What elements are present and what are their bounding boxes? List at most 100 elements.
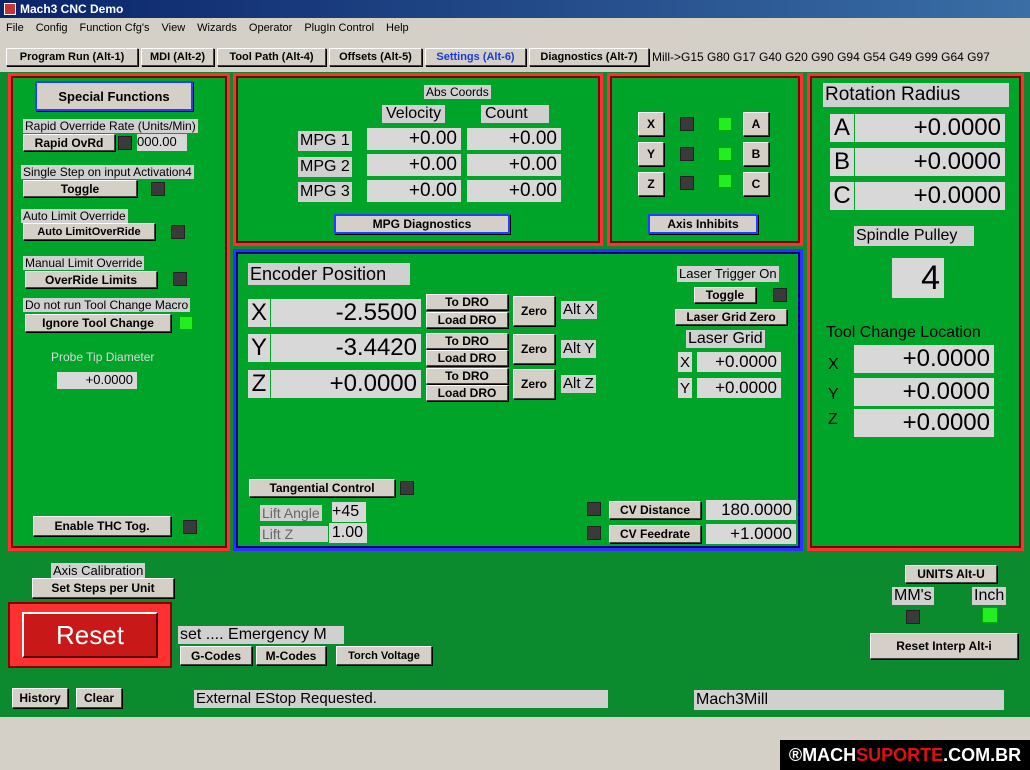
cv-feedrate-value[interactable]: +1.0000 [706, 524, 796, 544]
laser-grid-zero-button[interactable]: Laser Grid Zero [675, 309, 787, 325]
rotation-c-letter: C [830, 182, 854, 210]
clear-button[interactable]: Clear [76, 688, 122, 708]
tab-diagnostics[interactable]: Diagnostics (Alt-7) [529, 48, 649, 66]
auto-limit-override-button[interactable]: Auto LimitOverRide [23, 223, 155, 240]
rotation-a-value[interactable]: +0.0000 [855, 114, 1005, 142]
encoder-x-to-dro-button[interactable]: To DRO [426, 294, 508, 310]
encoder-z-zero-button[interactable]: Zero [513, 369, 555, 399]
tab-offsets[interactable]: Offsets (Alt-5) [329, 48, 422, 66]
rapid-override-value[interactable]: 000.00 [137, 134, 187, 151]
inhibit-b-button[interactable]: B [743, 142, 769, 166]
lift-z-value[interactable]: 1.00 [329, 523, 367, 543]
menu-bar: File Config Function Cfg's View Wizards … [0, 18, 1030, 38]
laser-y-value[interactable]: +0.0000 [697, 378, 781, 398]
encoder-y-zero-button[interactable]: Zero [513, 334, 555, 364]
cv-distance-button[interactable]: CV Distance [609, 501, 701, 519]
encoder-x-load-dro-button[interactable]: Load DRO [426, 312, 508, 328]
torch-voltage-button[interactable]: Torch Voltage [336, 646, 432, 665]
mpg2-velocity[interactable]: +0.00 [367, 154, 461, 176]
encoder-y-letter: Y [248, 334, 270, 362]
menu-wizards[interactable]: Wizards [191, 22, 243, 34]
mpg2-count[interactable]: +0.00 [467, 154, 561, 176]
mpg1-count[interactable]: +0.00 [467, 128, 561, 150]
override-limits-button[interactable]: OverRide Limits [25, 271, 157, 288]
encoder-x-zero-button[interactable]: Zero [513, 296, 555, 326]
inhibit-y-button[interactable]: Y [638, 142, 664, 166]
spindle-pulley-label: Spindle Pulley [854, 226, 974, 246]
inhibit-z-button[interactable]: Z [638, 172, 664, 196]
tc-x-value[interactable]: +0.0000 [854, 345, 994, 373]
emergency-message: set .... Emergency M [178, 626, 344, 644]
tc-y-value[interactable]: +0.0000 [854, 378, 994, 406]
axis-inhibits-button[interactable]: Axis Inhibits [648, 214, 758, 234]
ignore-tool-change-button[interactable]: Ignore Tool Change [25, 314, 171, 332]
laser-x-value[interactable]: +0.0000 [697, 352, 781, 372]
rotation-b-value[interactable]: +0.0000 [855, 148, 1005, 176]
tangential-led [400, 481, 414, 495]
mpg3-count[interactable]: +0.00 [467, 180, 561, 202]
inhibit-a-button[interactable]: A [743, 112, 769, 136]
encoder-position-panel: Encoder Position X -2.5500 To DRO Load D… [233, 249, 803, 551]
tangential-control-button[interactable]: Tangential Control [249, 479, 395, 497]
menu-plugin-control[interactable]: PlugIn Control [298, 22, 380, 34]
rapid-ovrd-led [118, 136, 132, 150]
app-icon [4, 3, 16, 15]
mpg1-velocity[interactable]: +0.00 [367, 128, 461, 150]
encoder-y-to-dro-button[interactable]: To DRO [426, 333, 508, 349]
tab-tool-path[interactable]: Tool Path (Alt-4) [217, 48, 326, 66]
rapid-override-label: Rapid Override Rate (Units/Min) [23, 119, 198, 133]
tab-mdi[interactable]: MDI (Alt-2) [141, 48, 214, 66]
ignore-tool-change-led [179, 316, 193, 330]
single-step-led [151, 182, 165, 196]
cv-distance-value[interactable]: 180.0000 [706, 500, 796, 520]
single-step-toggle-button[interactable]: Toggle [23, 180, 137, 197]
units-button[interactable]: UNITS Alt-U [905, 565, 997, 583]
special-functions-title: Special Functions [35, 81, 193, 111]
reset-button[interactable]: Reset [22, 612, 158, 658]
history-button[interactable]: History [12, 688, 68, 708]
brand-watermark: ®MACH SUPORTE .COM.BR [780, 740, 1030, 770]
encoder-z-to-dro-button[interactable]: To DRO [426, 368, 508, 384]
lift-angle-value[interactable]: +45 [332, 502, 366, 522]
menu-file[interactable]: File [0, 22, 30, 34]
tab-settings[interactable]: Settings (Alt-6) [425, 48, 526, 66]
g-codes-button[interactable]: G-Codes [180, 646, 252, 665]
laser-y-letter: Y [678, 378, 692, 398]
axis-calibration-label: Axis Calibration [51, 563, 146, 578]
set-steps-per-unit-button[interactable]: Set Steps per Unit [32, 578, 174, 598]
reset-interp-button[interactable]: Reset Interp Alt-i [870, 633, 1018, 659]
brand-part-c: .COM.BR [943, 744, 1022, 765]
inhibit-x-button[interactable]: X [638, 112, 664, 136]
alt-y-label: Alt Y [561, 340, 597, 358]
mpg3-velocity[interactable]: +0.00 [367, 180, 461, 202]
enable-thc-button[interactable]: Enable THC Tog. [33, 516, 171, 536]
encoder-y-load-dro-button[interactable]: Load DRO [426, 350, 508, 366]
menu-operator[interactable]: Operator [243, 22, 298, 34]
axis-inhibits-panel: X A Y B Z C Axis Inhibits [607, 73, 803, 246]
mpg-panel: Abs Coords Velocity Count MPG 1 +0.00 +0… [233, 73, 603, 246]
probe-tip-value[interactable]: +0.0000 [57, 372, 137, 389]
inhibit-c-button[interactable]: C [743, 172, 769, 196]
m-codes-button[interactable]: M-Codes [256, 646, 326, 665]
menu-config[interactable]: Config [30, 22, 74, 34]
inhibit-z-led [680, 176, 694, 190]
laser-toggle-button[interactable]: Toggle [694, 287, 756, 303]
spindle-pulley-value[interactable]: 4 [892, 258, 944, 298]
encoder-z-value[interactable]: +0.0000 [271, 370, 421, 398]
special-functions-panel: Special Functions Rapid Override Rate (U… [8, 73, 230, 551]
tab-program-run[interactable]: Program Run (Alt-1) [6, 48, 138, 66]
encoder-z-load-dro-button[interactable]: Load DRO [426, 385, 508, 401]
menu-function-cfgs[interactable]: Function Cfg's [74, 22, 156, 34]
menu-view[interactable]: View [156, 22, 192, 34]
encoder-x-value[interactable]: -2.5500 [271, 299, 421, 327]
encoder-y-value[interactable]: -3.4420 [271, 334, 421, 362]
tc-z-value[interactable]: +0.0000 [854, 409, 994, 437]
rapid-ovrd-button[interactable]: Rapid OvRd [23, 134, 115, 151]
menu-help[interactable]: Help [380, 22, 415, 34]
cv-feedrate-button[interactable]: CV Feedrate [609, 525, 701, 543]
mpg-diagnostics-button[interactable]: MPG Diagnostics [334, 214, 510, 234]
tc-x-letter: X [828, 356, 839, 373]
rotation-c-value[interactable]: +0.0000 [855, 182, 1005, 210]
encoder-position-title: Encoder Position [248, 263, 410, 285]
brand-part-a: ®MACH [788, 744, 857, 765]
